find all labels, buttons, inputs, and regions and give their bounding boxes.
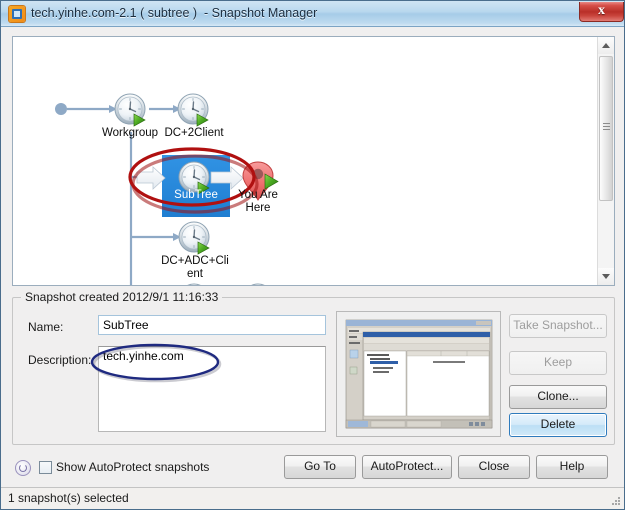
window-titlebar[interactable]: tech.yinhe.com-2.1 ( subtree ) - Snapsho… (1, 1, 624, 27)
tree-node-label-workgroup: Workgroup (101, 127, 159, 139)
snapshot-tree-panel[interactable]: Workgroup DC+2Client SubTree You Are Her… (12, 36, 615, 286)
tree-node-label-dc2client: DC+2Client (164, 127, 224, 139)
help-button[interactable]: Help (536, 455, 608, 479)
scroll-down-icon[interactable] (598, 268, 614, 285)
clone-button[interactable]: Clone... (509, 385, 607, 409)
snapshot-description-input[interactable] (98, 346, 326, 432)
tree-root-dot (55, 103, 67, 115)
go-to-button[interactable]: Go To (284, 455, 356, 479)
tree-node-label-you-are-here: You Are Here (238, 189, 278, 214)
tree-node-label-subtree: SubTree (174, 189, 218, 201)
vmware-workstation-icon (9, 6, 25, 22)
resize-grip-icon[interactable] (611, 497, 621, 507)
close-button[interactable]: Close (458, 455, 530, 479)
close-glyph: x (598, 3, 605, 18)
snapshot-tree-canvas[interactable]: Workgroup DC+2Client SubTree You Are Her… (13, 37, 598, 285)
snapshot-created-legend: Snapshot created 2012/9/1 11:16:33 (21, 290, 223, 304)
tree-vertical-scrollbar[interactable] (597, 37, 614, 285)
delete-button[interactable]: Delete (509, 413, 607, 437)
tree-node-label-dcadcclient: DC+ADC+Cli ent (161, 255, 229, 280)
scrollbar-grip-icon (603, 123, 610, 130)
name-label: Name: (28, 320, 64, 334)
status-bar: 1 snapshot(s) selected (1, 487, 624, 509)
show-autoprotect-label[interactable]: Show AutoProtect snapshots (56, 460, 209, 474)
close-icon[interactable]: x (579, 2, 624, 22)
scrollbar-thumb[interactable] (599, 56, 613, 201)
show-autoprotect-checkbox[interactable] (39, 461, 52, 474)
status-text: 1 snapshot(s) selected (8, 491, 129, 505)
snapshot-manager-window: tech.yinhe.com-2.1 ( subtree ) - Snapsho… (0, 0, 625, 510)
take-snapshot-button[interactable]: Take Snapshot... (509, 314, 607, 338)
scroll-up-icon[interactable] (598, 37, 614, 54)
snapshot-name-input[interactable] (98, 315, 326, 335)
snapshot-preview-thumbnail (336, 311, 501, 437)
keep-button[interactable]: Keep (509, 351, 607, 375)
description-label: Description: (28, 353, 92, 367)
window-title: tech.yinhe.com-2.1 ( subtree ) - Snapsho… (31, 6, 318, 20)
autoprotect-icon (15, 460, 31, 476)
autoprotect-button[interactable]: AutoProtect... (362, 455, 452, 479)
